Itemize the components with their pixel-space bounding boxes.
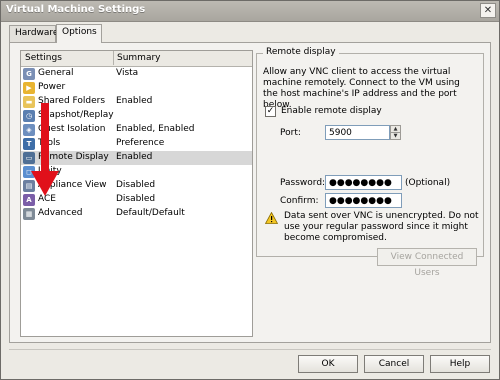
warning-icon — [265, 212, 278, 224]
vm-settings-window: Virtual Machine Settings ✕ Hardware Opti… — [0, 0, 500, 380]
password-label: Password: — [280, 178, 326, 188]
setting-summary: Preference — [116, 138, 165, 148]
column-header-summary[interactable]: Summary — [117, 53, 161, 63]
title-bar[interactable]: Virtual Machine Settings ✕ — [1, 1, 499, 22]
help-button[interactable]: Help — [430, 355, 490, 373]
options-panel: Settings Summary G General Vista ▶ Power ▬ Sha… — [9, 42, 491, 343]
remote-display-description: Allow any VNC client to access the virtu… — [263, 67, 460, 110]
red-arrow-annotation — [31, 103, 59, 196]
tab-hardware[interactable]: Hardware — [9, 25, 58, 42]
close-button[interactable]: ✕ — [480, 3, 496, 18]
setting-summary: Enabled — [116, 96, 153, 106]
settings-row-general[interactable]: G General Vista — [21, 67, 252, 81]
port-input[interactable]: 5900 — [325, 125, 390, 140]
remote-display-group: Remote display Allow any VNC client to a… — [256, 47, 484, 278]
enable-remote-display-label[interactable]: Enable remote display — [281, 106, 382, 116]
view-connected-users-button[interactable]: View Connected Users — [377, 248, 477, 278]
confirm-password-input[interactable]: ●●●●●●●● — [325, 193, 402, 208]
window-title: Virtual Machine Settings — [6, 4, 146, 15]
column-divider — [113, 51, 114, 65]
settings-row-power[interactable]: ▶ Power — [21, 81, 252, 95]
power-icon: ▶ — [23, 82, 35, 94]
tab-options[interactable]: Options — [56, 24, 102, 43]
vnc-warning-text: Data sent over VNC is unencrypted. Do no… — [284, 211, 479, 243]
port-spinner[interactable]: ▲ ▼ — [390, 125, 401, 140]
setting-summary: Enabled — [116, 152, 153, 162]
setting-summary: Disabled — [116, 194, 156, 204]
spin-down-icon[interactable]: ▼ — [391, 133, 400, 139]
list-header: Settings Summary — [21, 51, 252, 67]
password-input[interactable]: ●●●●●●●● — [325, 175, 402, 190]
optional-label: (Optional) — [405, 178, 451, 188]
setting-summary: Enabled, Enabled — [116, 124, 195, 134]
footer-divider — [9, 349, 491, 350]
setting-label: Advanced — [38, 208, 83, 218]
setting-summary: Default/Default — [116, 208, 185, 218]
setting-label: General — [38, 68, 74, 78]
setting-summary: Vista — [116, 68, 139, 78]
enable-remote-display-checkbox[interactable]: ✓ — [265, 106, 276, 117]
settings-row-advanced[interactable]: ▦ Advanced Default/Default — [21, 207, 252, 221]
port-label: Port: — [280, 128, 301, 138]
setting-label: Power — [38, 82, 66, 92]
general-icon: G — [23, 68, 35, 80]
advanced-icon: ▦ — [23, 208, 35, 220]
column-header-settings[interactable]: Settings — [25, 53, 62, 63]
group-title: Remote display — [263, 47, 339, 57]
cancel-button[interactable]: Cancel — [364, 355, 424, 373]
spin-up-icon[interactable]: ▲ — [391, 126, 400, 133]
setting-summary: Disabled — [116, 180, 156, 190]
ok-button[interactable]: OK — [298, 355, 358, 373]
confirm-label: Confirm: — [280, 196, 319, 206]
